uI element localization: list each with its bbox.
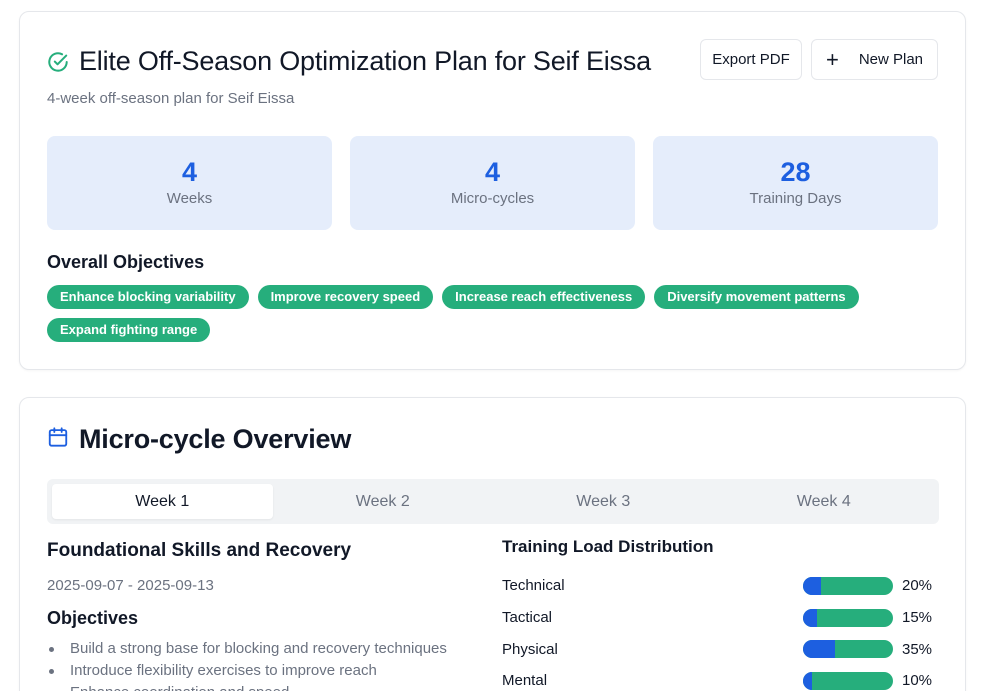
- load-name: Tactical: [502, 609, 553, 627]
- plan-title-row: Elite Off-Season Optimization Plan for S…: [47, 46, 651, 77]
- overall-objectives-heading: Overall Objectives: [47, 252, 205, 272]
- objective-tag: Improve recovery speed: [257, 285, 434, 309]
- plan-subtitle: 4-week off-season plan for Seif Eissa: [47, 90, 295, 107]
- load-bar-fill: [803, 640, 835, 659]
- load-percent: 15%: [902, 609, 933, 627]
- tab-week-2[interactable]: Week 2: [273, 484, 494, 519]
- stat-label: Micro-cycles: [450, 190, 535, 207]
- micro-cycle-title: Micro-cycle Overview: [79, 424, 352, 454]
- load-row-technical: Technical 20%: [502, 570, 934, 602]
- load-bar: [803, 640, 893, 659]
- load-bar: [803, 608, 893, 627]
- plus-icon: +: [825, 46, 839, 72]
- micro-cycle-card: Micro-cycle Overview Week 1 Week 2 Week …: [19, 397, 966, 691]
- load-name: Technical: [502, 577, 565, 595]
- list-item: Build a strong base for blocking and rec…: [47, 638, 447, 660]
- load-bar: [803, 671, 893, 690]
- objective-tags: Enhance blocking variability Improve rec…: [47, 285, 927, 342]
- load-bar-fill: [803, 576, 821, 595]
- stat-label: Weeks: [166, 190, 213, 207]
- load-row-mental: Mental 10%: [502, 665, 934, 691]
- tab-week-4[interactable]: Week 4: [714, 484, 935, 519]
- load-name: Physical: [502, 640, 558, 658]
- load-bar-fill: [803, 671, 812, 690]
- load-percent: 20%: [902, 577, 933, 595]
- training-load-list: Technical 20% Tactical 15% Physical 35% …: [502, 570, 934, 691]
- micro-title-row: Micro-cycle Overview: [47, 424, 351, 455]
- check-circle-icon: [47, 51, 69, 73]
- load-name: Mental: [502, 672, 548, 690]
- stat-value: 4: [181, 157, 198, 187]
- load-bar-fill: [803, 608, 817, 627]
- list-item: Introduce flexibility exercises to impro…: [47, 660, 447, 682]
- training-load-heading: Training Load Distribution: [502, 537, 714, 556]
- stat-value: 28: [780, 157, 811, 187]
- stat-micro-cycles: 4 Micro-cycles: [350, 136, 635, 230]
- stat-value: 4: [484, 157, 501, 187]
- new-plan-button[interactable]: + New Plan: [811, 39, 938, 80]
- objective-tag: Increase reach effectiveness: [442, 285, 646, 309]
- load-percent: 35%: [902, 640, 933, 658]
- week-dates: 2025-09-07 - 2025-09-13: [47, 577, 214, 594]
- stat-weeks: 4 Weeks: [47, 136, 332, 230]
- plan-summary-card: Elite Off-Season Optimization Plan for S…: [19, 11, 966, 370]
- week-objectives-list: Build a strong base for blocking and rec…: [47, 638, 447, 691]
- tab-week-3[interactable]: Week 3: [493, 484, 714, 519]
- load-percent: 10%: [902, 672, 933, 690]
- week-title: Foundational Skills and Recovery: [47, 540, 352, 561]
- stat-training-days: 28 Training Days: [653, 136, 938, 230]
- stat-label: Training Days: [749, 190, 842, 207]
- objective-tag: Expand fighting range: [47, 318, 211, 342]
- load-bar: [803, 576, 893, 595]
- plan-title: Elite Off-Season Optimization Plan for S…: [79, 46, 651, 76]
- calendar-icon: [47, 426, 69, 453]
- export-pdf-button[interactable]: Export PDF: [700, 39, 802, 80]
- week-tabs: Week 1 Week 2 Week 3 Week 4: [47, 479, 939, 524]
- export-pdf-label: Export PDF: [712, 51, 790, 68]
- load-row-tactical: Tactical 15%: [502, 602, 934, 634]
- week-objectives-heading: Objectives: [47, 608, 139, 628]
- load-row-physical: Physical 35%: [502, 633, 934, 665]
- new-plan-label: New Plan: [858, 51, 924, 68]
- objective-tag: Diversify movement patterns: [654, 285, 859, 309]
- tab-week-1[interactable]: Week 1: [52, 484, 273, 519]
- list-item: Enhance coordination and speed: [47, 682, 447, 691]
- objective-tag: Enhance blocking variability: [47, 285, 249, 309]
